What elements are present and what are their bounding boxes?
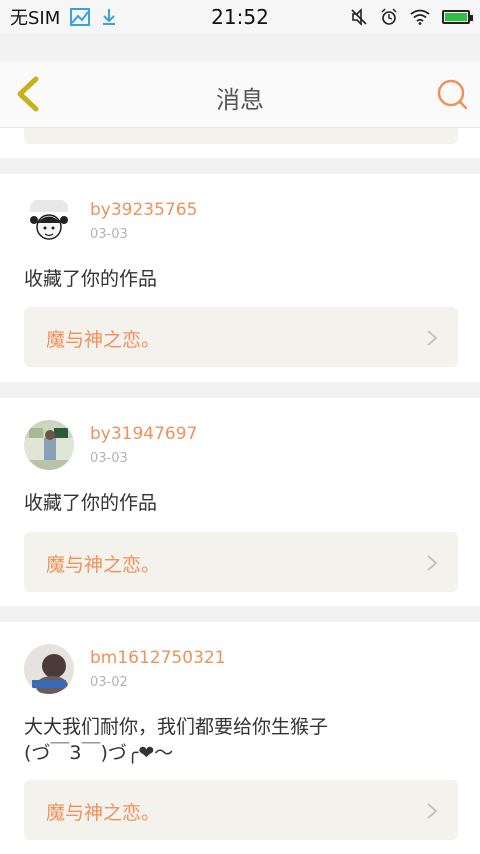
avatar[interactable] (24, 196, 74, 246)
work-link[interactable]: 魔与神之恋。 (24, 780, 458, 840)
avatar[interactable] (24, 420, 74, 470)
search-button[interactable] (434, 76, 470, 112)
status-bar: 无SIM 21:52 (0, 0, 480, 34)
alarm-icon (381, 8, 397, 25)
timestamp: 03-03 (90, 451, 128, 466)
battery-icon (442, 10, 473, 24)
username-link[interactable]: by31947697 (90, 424, 197, 444)
username-link[interactable]: by39235765 (90, 200, 197, 220)
notification-card: by31947697 03-03 收藏了你的作品 魔与神之恋。 (0, 398, 480, 606)
wifi-icon (410, 9, 430, 25)
page-title: 消息 (216, 86, 264, 114)
chevron-right-icon (427, 330, 438, 346)
previous-work-link-partial[interactable] (24, 128, 458, 144)
previous-card-partial (0, 128, 480, 158)
avatar[interactable] (24, 644, 74, 694)
work-title: 魔与神之恋。 (46, 329, 161, 351)
work-title: 魔与神之恋。 (46, 802, 161, 824)
username-link[interactable]: bm1612750321 (90, 648, 226, 668)
timestamp: 03-03 (90, 227, 128, 242)
notification-card: bm1612750321 03-02 大大我们耐你，我们都要给你生猴子(づ￣3￣… (0, 622, 480, 854)
navbar: 消息 (0, 62, 480, 128)
chevron-right-icon (427, 555, 438, 571)
status-right (350, 0, 473, 34)
message-text: 收藏了你的作品 (24, 268, 158, 290)
message-text: 收藏了你的作品 (24, 492, 158, 514)
work-title: 魔与神之恋。 (46, 554, 161, 576)
work-link[interactable]: 魔与神之恋。 (24, 532, 458, 592)
mute-icon (351, 8, 367, 26)
notification-card: by39235765 03-03 收藏了你的作品 魔与神之恋。 (0, 174, 480, 382)
chevron-right-icon (427, 803, 438, 819)
timestamp: 03-02 (90, 675, 128, 690)
message-text: 大大我们耐你，我们都要给你生猴子(づ￣3￣)づ╭❤～ (24, 716, 329, 764)
battery-fill (445, 13, 467, 21)
work-link[interactable]: 魔与神之恋。 (24, 307, 458, 367)
